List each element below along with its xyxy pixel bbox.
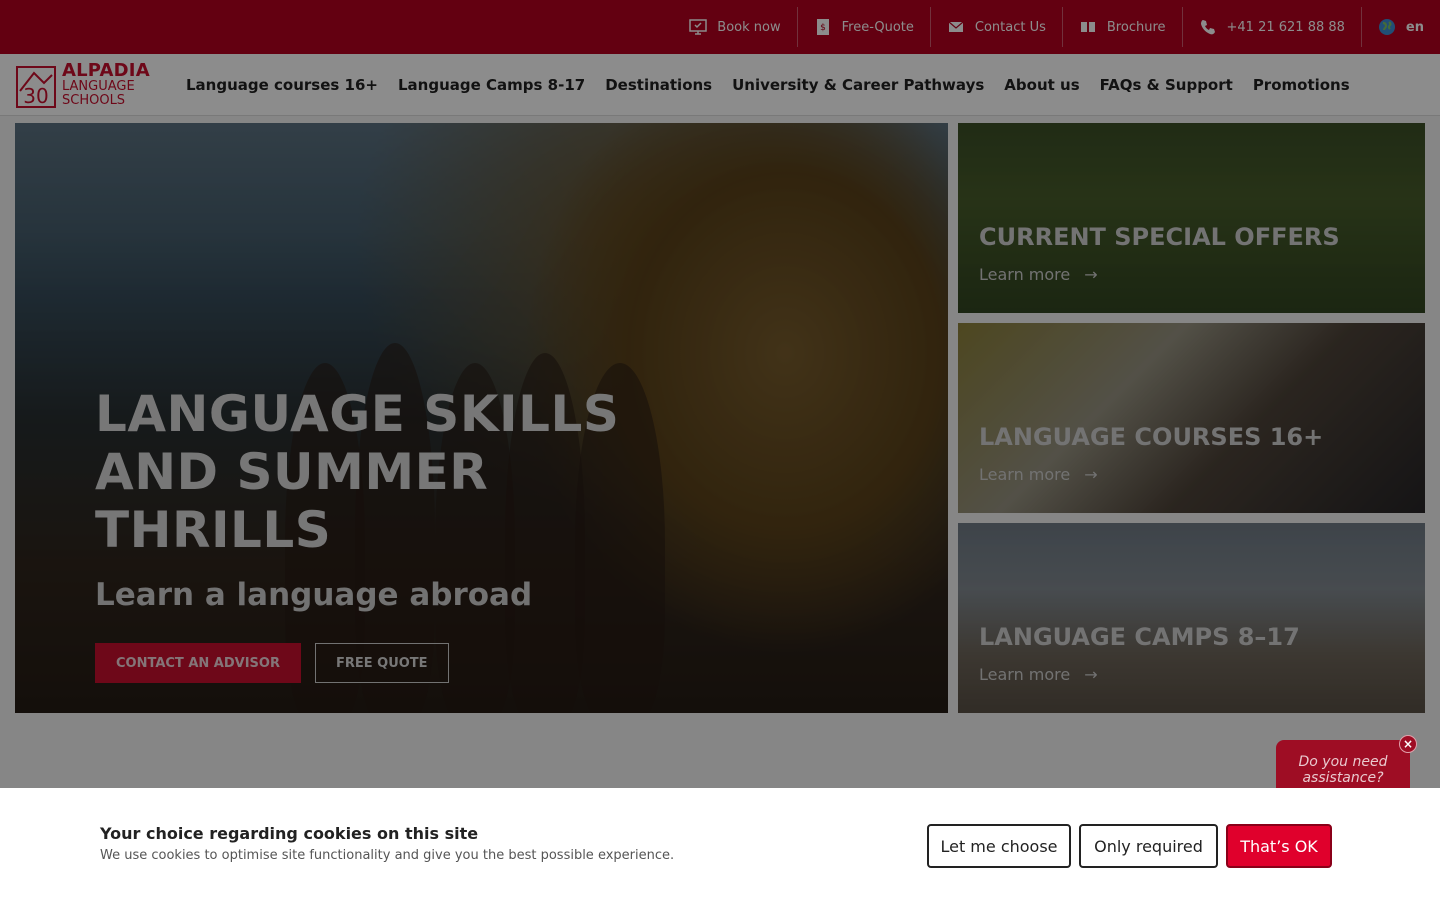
only-required-button[interactable]: Only required bbox=[1079, 824, 1218, 868]
cookie-banner: Your choice regarding cookies on this si… bbox=[0, 788, 1440, 900]
cookie-description: We use cookies to optimise site function… bbox=[100, 848, 675, 863]
cookie-overlay bbox=[0, 0, 1440, 788]
chat-close-icon[interactable]: × bbox=[1399, 735, 1417, 753]
let-me-choose-button[interactable]: Let me choose bbox=[927, 824, 1071, 868]
chat-assistance-bubble[interactable]: Do you need assistance? bbox=[1276, 740, 1410, 792]
thats-ok-button[interactable]: That’s OK bbox=[1226, 824, 1332, 868]
cookie-title: Your choice regarding cookies on this si… bbox=[100, 824, 479, 843]
